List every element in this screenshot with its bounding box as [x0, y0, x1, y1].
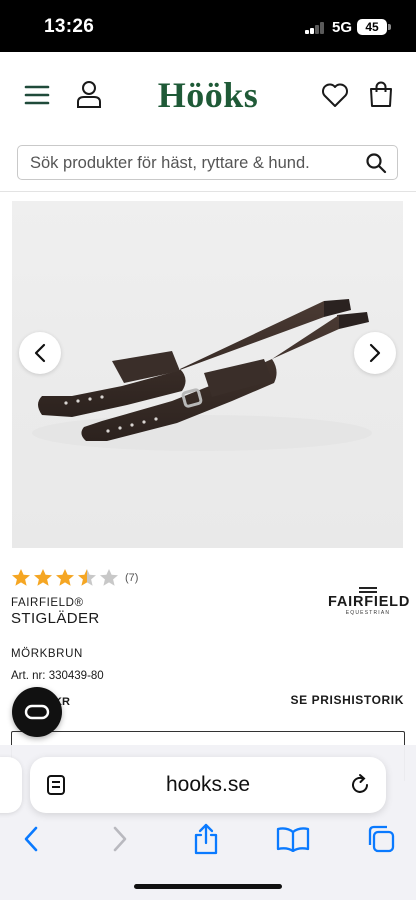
back-icon [24, 826, 38, 852]
url-text[interactable]: hooks.se [30, 773, 386, 797]
chat-link-icon [24, 704, 50, 720]
carousel-prev-button[interactable] [19, 332, 61, 374]
network-label: 5G [332, 19, 353, 36]
battery-tip [388, 24, 391, 30]
address-bar[interactable]: hooks.se [30, 757, 386, 813]
forward-icon [113, 826, 127, 852]
tabs-button[interactable] [364, 822, 398, 856]
home-indicator [134, 884, 282, 889]
star-full-icon [34, 569, 52, 586]
brand-logo-mark-icon [359, 587, 377, 593]
previous-tab[interactable] [0, 757, 22, 813]
product-rating[interactable]: (7) [11, 568, 138, 587]
search-placeholder: Sök produkter för häst, ryttare & hund. [30, 154, 310, 172]
bookmarks-icon [276, 827, 310, 852]
chevron-left-icon [34, 343, 46, 363]
site-logo[interactable]: Hööks [0, 74, 416, 116]
product-image[interactable] [12, 201, 403, 548]
article-number: Art. nr: 330439-80 [11, 670, 104, 682]
color-label: MÖRKBRUN [11, 648, 83, 660]
header-divider [0, 191, 416, 192]
cart-bag-icon[interactable] [367, 80, 395, 108]
brand-logo-name: FAIRFIELD [328, 594, 411, 610]
reload-icon[interactable] [348, 773, 372, 797]
brand-logo[interactable]: FAIRFIELD EQUESTRIAN [328, 587, 411, 623]
star-full-icon [12, 569, 30, 586]
signal-icon [305, 22, 327, 34]
forward-button[interactable] [103, 822, 137, 856]
back-button[interactable] [14, 822, 48, 856]
wishlist-heart-icon[interactable] [321, 81, 349, 109]
star-full-icon [56, 569, 74, 586]
stirrup-leathers-photo [32, 299, 372, 451]
rating-count: (7) [125, 571, 139, 584]
brand-logo-sub: EQUESTRIAN [345, 610, 391, 616]
status-time: 13:26 [44, 16, 95, 37]
share-icon [194, 823, 218, 855]
status-bar: 13:26 5G 45 [0, 0, 416, 52]
chevron-right-icon [369, 343, 381, 363]
product-brand[interactable]: FAIRFIELD® [11, 597, 84, 609]
star-empty-icon [100, 569, 118, 586]
price-history-link[interactable]: SE PRISHISTORIK [291, 693, 404, 707]
search-input[interactable]: Sök produkter för häst, ryttare & hund. [17, 145, 398, 180]
carousel-next-button[interactable] [354, 332, 396, 374]
search-icon[interactable] [365, 152, 387, 174]
share-button[interactable] [189, 822, 223, 856]
tabs-icon [368, 825, 395, 853]
star-half-icon [78, 569, 96, 586]
battery-icon: 45 [357, 19, 387, 35]
bookmarks-button[interactable] [276, 822, 310, 856]
product-title: STIGLÄDER [11, 610, 100, 627]
chat-button[interactable] [12, 687, 62, 737]
